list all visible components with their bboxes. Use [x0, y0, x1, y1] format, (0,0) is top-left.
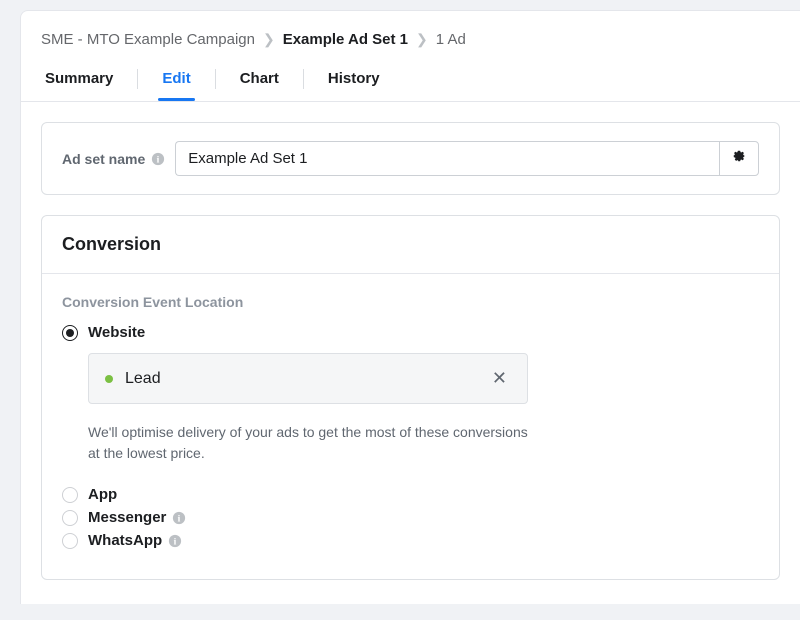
info-icon[interactable]: i: [168, 534, 182, 548]
tab-divider: [215, 69, 216, 89]
info-icon[interactable]: i: [151, 152, 165, 166]
ad-set-name-label: Ad set name i: [62, 151, 165, 167]
radio-label-app: App: [88, 486, 117, 503]
conversion-card: Conversion Conversion Event Location Web…: [41, 215, 780, 580]
ad-set-name-card: Ad set name i: [41, 122, 780, 195]
conversion-event-label: Lead: [125, 370, 476, 388]
tab-divider: [303, 69, 304, 89]
conversion-title: Conversion: [62, 234, 759, 255]
tab-summary[interactable]: Summary: [41, 62, 117, 101]
close-icon: ✕: [492, 368, 507, 388]
info-icon[interactable]: i: [172, 511, 186, 525]
gear-icon: [732, 149, 746, 168]
tabs: Summary Edit Chart History: [21, 48, 800, 102]
radio-whatsapp[interactable]: [62, 533, 78, 549]
chevron-right-icon: ❯: [263, 31, 275, 48]
breadcrumb-item-campaign[interactable]: SME - MTO Example Campaign: [41, 31, 255, 48]
settings-button[interactable]: [719, 141, 759, 176]
conversion-helper-text: We'll optimise delivery of your ads to g…: [88, 422, 528, 464]
radio-option-whatsapp[interactable]: WhatsApp i: [62, 532, 759, 549]
radio-app[interactable]: [62, 487, 78, 503]
breadcrumb-item-adset[interactable]: Example Ad Set 1: [283, 31, 408, 48]
svg-text:i: i: [178, 513, 181, 524]
radio-label-website: Website: [88, 324, 145, 341]
radio-messenger[interactable]: [62, 510, 78, 526]
conversion-event-select[interactable]: Lead ✕: [88, 353, 528, 404]
svg-text:i: i: [157, 154, 160, 165]
radio-option-website[interactable]: Website: [62, 324, 759, 341]
tab-edit[interactable]: Edit: [158, 62, 194, 101]
svg-text:i: i: [174, 536, 177, 547]
chevron-right-icon: ❯: [416, 31, 428, 48]
breadcrumb-item-ad[interactable]: 1 Ad: [436, 31, 466, 48]
clear-event-button[interactable]: ✕: [488, 368, 511, 389]
status-dot-icon: [105, 375, 113, 383]
breadcrumb: SME - MTO Example Campaign ❯ Example Ad …: [21, 11, 800, 48]
tab-divider: [137, 69, 138, 89]
radio-option-messenger[interactable]: Messenger i: [62, 509, 759, 526]
tab-history[interactable]: History: [324, 62, 384, 101]
radio-option-app[interactable]: App: [62, 486, 759, 503]
radio-label-whatsapp: WhatsApp i: [88, 532, 182, 549]
tab-chart[interactable]: Chart: [236, 62, 283, 101]
radio-label-messenger: Messenger i: [88, 509, 186, 526]
radio-website[interactable]: [62, 325, 78, 341]
ad-set-name-input[interactable]: [175, 141, 719, 176]
conversion-location-label: Conversion Event Location: [62, 294, 759, 310]
